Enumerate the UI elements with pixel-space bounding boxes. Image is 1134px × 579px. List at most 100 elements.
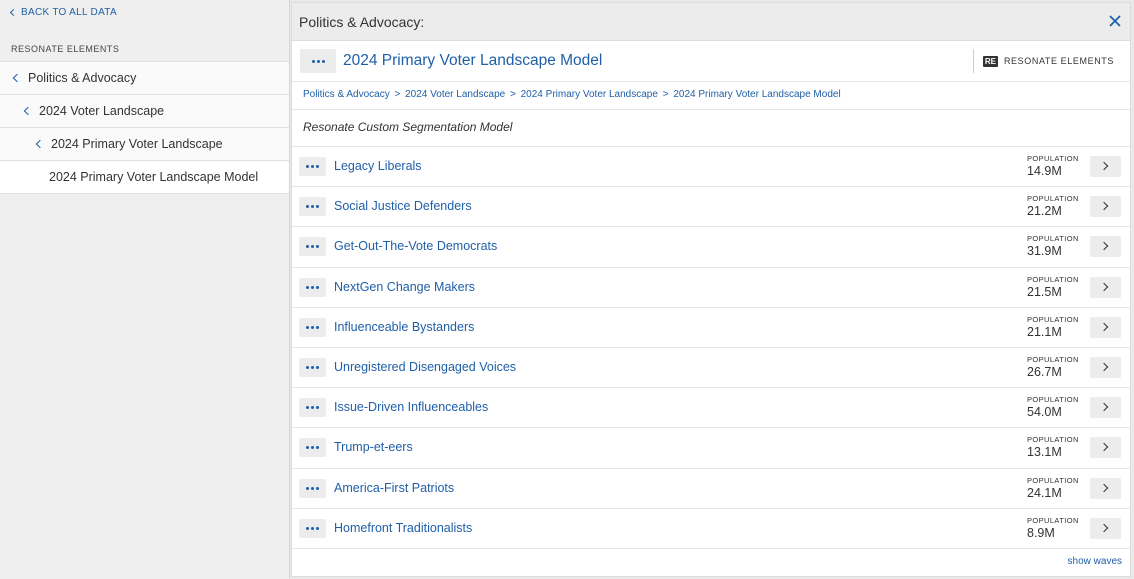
segment-name[interactable]: Social Justice Defenders [334,199,472,213]
population-value: 54.0M [1027,405,1062,420]
segment-open-button[interactable] [1090,196,1121,218]
segment-row: Issue-Driven Influenceables POPULATION 5… [292,388,1130,429]
population-value: 13.1M [1027,445,1062,460]
segment-more-button[interactable] [299,478,326,498]
segment-more-button[interactable] [299,518,326,538]
segment-name[interactable]: Issue-Driven Influenceables [334,400,488,414]
chevron-right-icon [1099,402,1109,412]
population-label: POPULATION [1027,395,1079,405]
sidebar-item-2024-primary-voter-landscape-model[interactable]: 2024 Primary Voter Landscape Model [0,160,289,194]
detail-panel: Politics & Advocacy: 2024 Primary Voter … [291,2,1131,577]
segment-name[interactable]: Get-Out-The-Vote Democrats [334,239,497,253]
breadcrumb-item[interactable]: 2024 Primary Voter Landscape [521,89,658,100]
population-value: 21.1M [1027,324,1062,339]
segment-open-button[interactable] [1090,316,1121,338]
segment-row: Unregistered Disengaged Voices POPULATIO… [292,348,1130,389]
segment-name[interactable]: NextGen Change Makers [334,280,475,294]
close-icon[interactable] [1108,14,1122,28]
panel-title: Politics & Advocacy: [299,14,425,30]
sidebar-item-label: 2024 Primary Voter Landscape [51,137,223,151]
population-label: POPULATION [1027,515,1079,525]
segment-more-button[interactable] [299,157,326,176]
breadcrumb-separator: > [662,89,669,100]
segment-more-button[interactable] [299,277,326,297]
segment-open-button[interactable] [1090,517,1121,539]
chevron-right-icon [1099,201,1109,211]
segment-row: Influenceable Bystanders POPULATION 21.1… [292,308,1130,348]
population-value: 31.9M [1027,244,1062,259]
segment-open-button[interactable] [1090,236,1121,258]
segment-open-button[interactable] [1090,437,1121,459]
chevron-right-icon [1099,362,1109,372]
badge-label: RESONATE ELEMENTS [1003,56,1114,66]
chevron-right-icon [1099,161,1109,171]
segment-open-button[interactable] [1090,156,1121,177]
model-more-button[interactable] [300,49,336,73]
chevron-left-icon [12,73,22,83]
segment-more-button[interactable] [299,357,326,377]
model-title: 2024 Primary Voter Landscape Model [343,52,603,69]
population-label: POPULATION [1027,435,1079,445]
breadcrumb-item[interactable]: 2024 Primary Voter Landscape Model [673,89,840,100]
segment-row: Trump-et-eers POPULATION 13.1M [292,428,1130,469]
segment-more-button[interactable] [299,398,326,418]
panel-header: Politics & Advocacy: [292,3,1130,41]
chevron-right-icon [1099,282,1109,291]
population-value: 14.9M [1027,164,1062,178]
segment-open-button[interactable] [1090,397,1121,419]
sidebar-heading: RESONATE ELEMENTS [0,35,289,61]
segment-more-button[interactable] [299,237,326,257]
model-subtitle: Resonate Custom Segmentation Model [292,110,1130,147]
segment-more-button[interactable] [299,317,326,337]
segment-row: Homefront Traditionalists POPULATION 8.9… [292,509,1130,549]
chevron-right-icon [1099,443,1109,452]
segment-row: Social Justice Defenders POPULATION 21.2… [292,187,1130,228]
sidebar-section: RESONATE ELEMENTS Politics & Advocacy 20… [0,35,289,194]
population-label: POPULATION [1027,154,1079,163]
sidebar: BACK TO ALL DATA RESONATE ELEMENTS Polit… [0,0,290,579]
population-label: POPULATION [1027,354,1079,364]
segment-name[interactable]: Influenceable Bystanders [334,320,474,334]
sidebar-item-label: 2024 Voter Landscape [39,104,165,118]
resonate-logo: RE [982,55,998,67]
population-value: 8.9M [1027,525,1055,540]
segment-name[interactable]: Trump-et-eers [334,440,413,454]
chevron-left-icon [9,8,18,17]
population-value: 21.2M [1027,204,1062,219]
sidebar-item-politics-advocacy[interactable]: Politics & Advocacy [0,61,289,94]
breadcrumb-separator: > [510,89,516,100]
chevron-right-icon [1099,483,1109,492]
population-value: 24.1M [1027,485,1062,500]
population-label: POPULATION [1027,234,1079,244]
segment-name[interactable]: Homefront Traditionalists [334,521,472,535]
population-label: POPULATION [1027,475,1079,485]
segment-name[interactable]: Unregistered Disengaged Voices [334,360,516,374]
chevron-left-icon [23,106,33,116]
population-label: POPULATION [1027,194,1079,204]
population-label: POPULATION [1027,314,1079,324]
segment-list: Legacy Liberals POPULATION 14.9M Social … [292,147,1130,549]
segment-open-button[interactable] [1090,356,1121,378]
sidebar-item-2024-voter-landscape[interactable]: 2024 Voter Landscape [0,94,289,127]
segment-open-button[interactable] [1090,477,1121,499]
segment-row: Legacy Liberals POPULATION 14.9M [292,147,1130,188]
breadcrumb-item[interactable]: 2024 Voter Landscape [405,89,505,100]
population-value: 21.5M [1027,284,1062,299]
sidebar-item-2024-primary-voter-landscape[interactable]: 2024 Primary Voter Landscape [0,127,289,160]
segment-row: NextGen Change Makers POPULATION 21.5M [292,268,1130,308]
segment-more-button[interactable] [299,197,326,217]
breadcrumb-item[interactable]: Politics & Advocacy [303,89,390,100]
breadcrumb: Politics & Advocacy > 2024 Voter Landsca… [292,82,1130,110]
model-header-row: 2024 Primary Voter Landscape Model RE RE… [292,41,1130,82]
segment-open-button[interactable] [1090,276,1121,298]
back-link-label: BACK TO ALL DATA [21,7,117,18]
back-to-all-data-link[interactable]: BACK TO ALL DATA [9,7,117,18]
population-value: 26.7M [1027,364,1062,379]
segment-name[interactable]: Legacy Liberals [334,159,422,173]
segment-more-button[interactable] [299,438,326,458]
segment-name[interactable]: America-First Patriots [334,481,454,495]
show-waves-link[interactable]: show waves [1068,556,1122,567]
segment-row: Get-Out-The-Vote Democrats POPULATION 31… [292,227,1130,268]
chevron-right-icon [1099,242,1109,251]
resonate-elements-badge: RE RESONATE ELEMENTS [972,49,1130,73]
